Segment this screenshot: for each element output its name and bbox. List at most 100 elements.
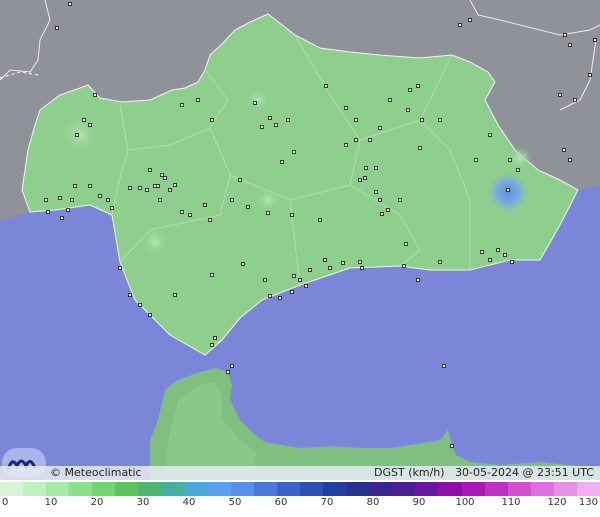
station-marker	[593, 38, 597, 42]
info-right: DGST (km/h) 30-05-2024 @ 23:51 UTC	[374, 466, 594, 480]
legend-color-bar	[0, 482, 600, 496]
station-marker	[308, 268, 312, 272]
station-marker	[70, 198, 74, 202]
legend-swatch	[392, 482, 416, 496]
station-marker	[213, 336, 217, 340]
station-marker	[406, 108, 410, 112]
station-marker	[344, 143, 348, 147]
station-marker	[378, 126, 382, 130]
legend-swatch	[69, 482, 93, 496]
station-marker	[66, 208, 70, 212]
station-marker	[298, 278, 302, 282]
legend-tick-label: 90	[412, 497, 426, 508]
station-marker	[588, 73, 592, 77]
station-marker	[266, 211, 270, 215]
timestamp: 30-05-2024 @ 23:51 UTC	[455, 466, 594, 479]
station-marker	[173, 293, 177, 297]
station-marker	[416, 278, 420, 282]
station-marker	[148, 313, 152, 317]
station-marker	[378, 198, 382, 202]
station-marker	[286, 118, 290, 122]
legend-swatch	[507, 482, 531, 496]
station-marker	[290, 213, 294, 217]
station-marker	[73, 184, 77, 188]
weather-map: © Meteoclimatic DGST (km/h) 30-05-2024 @…	[0, 0, 600, 517]
station-marker	[328, 266, 332, 270]
station-marker	[404, 242, 408, 246]
station-marker	[93, 93, 97, 97]
station-marker	[341, 261, 345, 265]
station-marker	[180, 210, 184, 214]
legend-swatch	[0, 482, 24, 496]
station-marker	[420, 118, 424, 122]
legend-swatch	[461, 482, 485, 496]
station-marker	[496, 248, 500, 252]
station-marker	[358, 260, 362, 264]
legend-swatch	[23, 482, 47, 496]
station-marker	[290, 290, 294, 294]
legend-swatch	[530, 482, 554, 496]
station-marker	[388, 98, 392, 102]
station-marker	[506, 188, 510, 192]
legend-tick-label: 10	[44, 497, 58, 508]
station-marker	[408, 88, 412, 92]
station-marker	[110, 206, 114, 210]
station-marker	[263, 278, 267, 282]
wind-area	[246, 88, 270, 112]
station-marker	[274, 123, 278, 127]
station-marker	[196, 98, 200, 102]
station-marker	[468, 18, 472, 22]
station-marker	[138, 186, 142, 190]
station-marker	[442, 364, 446, 368]
info-bar: © Meteoclimatic DGST (km/h) 30-05-2024 @…	[0, 466, 600, 480]
station-marker	[163, 176, 167, 180]
station-marker	[324, 84, 328, 88]
legend-swatch	[92, 482, 116, 496]
station-marker	[354, 118, 358, 122]
legend-swatch	[484, 482, 508, 496]
station-marker	[75, 133, 79, 137]
legend-tick-label: 110	[501, 497, 521, 508]
legend-swatch	[369, 482, 393, 496]
station-marker	[210, 118, 214, 122]
station-marker	[386, 208, 390, 212]
station-marker	[55, 26, 59, 30]
station-marker	[368, 138, 372, 142]
station-marker	[398, 198, 402, 202]
station-marker	[241, 262, 245, 266]
station-marker	[416, 84, 420, 88]
station-marker	[438, 118, 442, 122]
station-marker	[568, 43, 572, 47]
station-marker	[503, 253, 507, 257]
station-marker	[210, 273, 214, 277]
station-marker	[558, 93, 562, 97]
station-marker	[253, 101, 257, 105]
legend-tick-label: 40	[182, 497, 196, 508]
legend-swatch	[553, 482, 577, 496]
station-marker	[226, 370, 230, 374]
station-marker	[168, 188, 172, 192]
legend-swatch	[276, 482, 301, 496]
station-marker	[180, 103, 184, 107]
station-marker	[450, 444, 454, 448]
station-marker	[238, 178, 242, 182]
legend-tick-label: 0	[2, 497, 9, 508]
station-marker	[246, 205, 250, 209]
legend-tick-label: 60	[274, 497, 288, 508]
station-marker	[354, 138, 358, 142]
station-marker	[148, 168, 152, 172]
legend-swatch	[415, 482, 439, 496]
station-marker	[210, 343, 214, 347]
legend-tick-label: 70	[320, 497, 334, 508]
station-marker	[488, 258, 492, 262]
legend-swatch	[253, 482, 277, 496]
station-marker	[363, 176, 367, 180]
station-marker	[418, 146, 422, 150]
station-marker	[402, 264, 406, 268]
legend-tick-label: 20	[90, 497, 104, 508]
legend-tick-label: 80	[366, 497, 380, 508]
legend-swatch	[230, 482, 254, 496]
station-marker	[292, 274, 296, 278]
station-marker	[358, 178, 362, 182]
station-marker	[573, 98, 577, 102]
